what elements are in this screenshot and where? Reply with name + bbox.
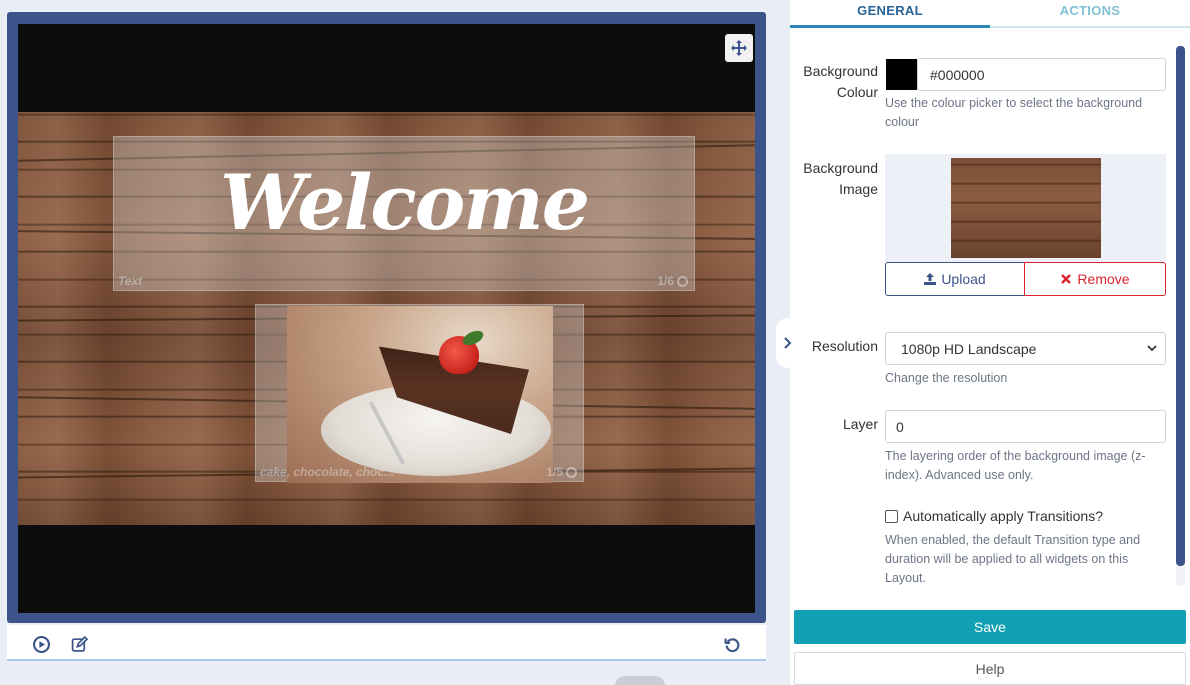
- background-colour-label: Background Colour: [803, 63, 878, 100]
- upload-button[interactable]: Upload: [885, 262, 1025, 296]
- move-icon[interactable]: [725, 34, 753, 62]
- widget-label: Text: [118, 274, 143, 288]
- layer-label: Layer: [842, 416, 878, 432]
- tab-general[interactable]: GENERAL: [790, 0, 990, 28]
- undo-icon[interactable]: [722, 634, 742, 654]
- image-widget[interactable]: cake, chocolate, choc... 1/5: [255, 304, 584, 483]
- resolution-help: Change the resolution: [885, 371, 1008, 385]
- layer-input[interactable]: 0: [885, 410, 1166, 443]
- auto-transitions-checkbox[interactable]: [885, 509, 898, 523]
- background-image-preview: [885, 154, 1166, 262]
- tab-actions[interactable]: ACTIONS: [990, 0, 1190, 26]
- widget-label: cake, chocolate, choc...: [260, 465, 395, 479]
- welcome-text: Welcome: [219, 157, 590, 247]
- cake-photo: [287, 306, 553, 483]
- layout-editor-frame: Welcome Text 1/6 cake, chocolate, choc..…: [7, 12, 766, 623]
- text-widget[interactable]: Welcome Text 1/6: [113, 136, 695, 291]
- properties-panel: GENERAL ACTIONS Background Colour #00000…: [776, 0, 1190, 685]
- help-button[interactable]: Help: [794, 652, 1186, 685]
- upload-icon: [924, 273, 937, 285]
- layer-help: The layering order of the background ima…: [885, 449, 1146, 482]
- play-circle-icon[interactable]: [31, 634, 51, 654]
- auto-transitions-row: Automatically apply Transitions?: [885, 508, 1103, 524]
- widget-settings-icon: [566, 466, 577, 478]
- close-icon: [1061, 274, 1072, 284]
- bottom-handle[interactable]: [615, 676, 665, 685]
- auto-transitions-help: When enabled, the default Transition typ…: [885, 533, 1141, 585]
- widget-count: 1/5: [546, 465, 577, 479]
- background-colour-input[interactable]: #000000: [917, 58, 1166, 91]
- background-image-area: Welcome Text 1/6 cake, chocolate, choc..…: [18, 112, 755, 525]
- widget-count: 1/6: [657, 274, 688, 288]
- resolution-select[interactable]: 1080p HD Landscape: [885, 332, 1166, 365]
- chevron-down-icon: [1147, 345, 1157, 352]
- resolution-label: Resolution: [811, 338, 878, 354]
- widget-settings-icon: [677, 275, 688, 287]
- layout-canvas[interactable]: Welcome Text 1/6 cake, chocolate, choc..…: [18, 24, 755, 613]
- background-colour-help: Use the colour picker to select the back…: [885, 96, 1143, 129]
- auto-transitions-label: Automatically apply Transitions?: [903, 508, 1103, 524]
- save-button[interactable]: Save: [794, 610, 1186, 644]
- scrollbar-thumb[interactable]: [1176, 46, 1185, 566]
- editor-toolbar: [7, 625, 766, 661]
- background-image-thumbnail: [951, 158, 1101, 258]
- panel-tabs: GENERAL ACTIONS: [790, 0, 1190, 28]
- remove-button[interactable]: Remove: [1024, 262, 1166, 296]
- background-image-label: Background Image: [803, 160, 878, 197]
- edit-icon[interactable]: [69, 634, 89, 654]
- colour-swatch[interactable]: [886, 59, 917, 90]
